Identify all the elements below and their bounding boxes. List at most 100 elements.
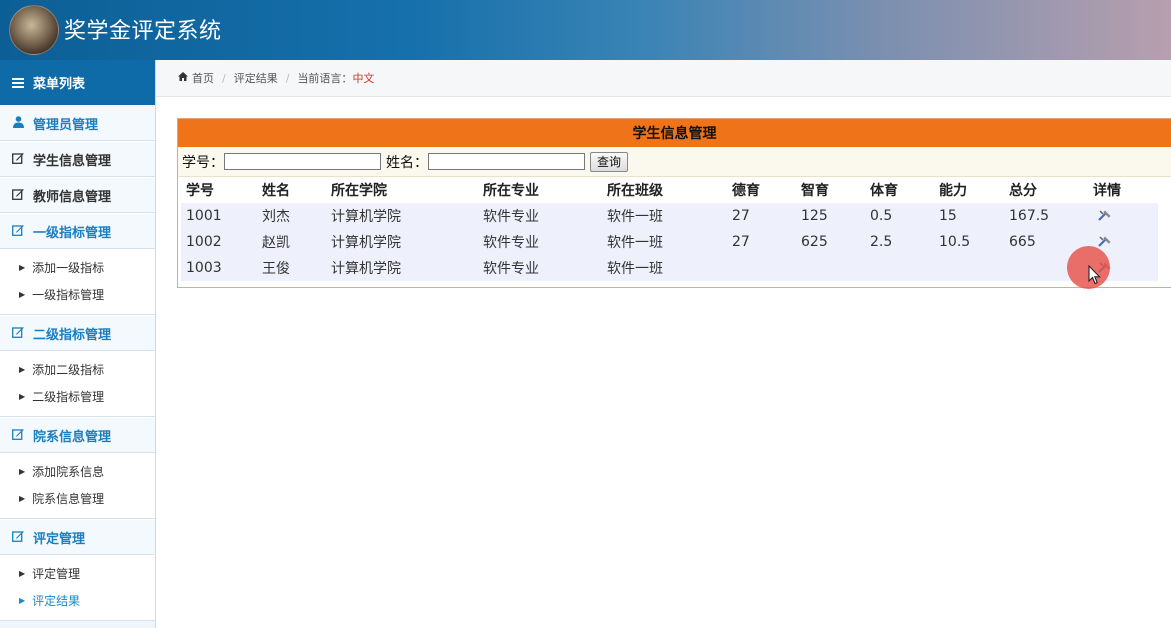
cell-intellect: 125 (796, 203, 865, 229)
sidebar-section-label: 学生信息管理 (33, 153, 112, 169)
sidebar-item-label: 评定结果 (32, 594, 81, 608)
caret-right-icon: ▶ (19, 290, 26, 299)
search-bar: 学号： 姓名： 查询 (178, 147, 1171, 177)
sidebar-item-add-department[interactable]: ▶ 添加院系信息 (0, 458, 155, 485)
sidebar-section-department[interactable]: 院系信息管理 (0, 417, 155, 453)
edit-icon (12, 224, 24, 239)
caret-right-icon: ▶ (19, 569, 26, 578)
table-row: 1002 赵凯 计算机学院 软件专业 软件一班 27 625 2.5 10.5 … (181, 229, 1158, 255)
app-title: 奖学金评定系统 (64, 19, 222, 44)
app-header: 奖学金评定系统 (0, 0, 1171, 60)
cell-student-id: 1003 (181, 255, 257, 281)
sidebar-section-admin[interactable]: 管理员管理 (0, 105, 155, 141)
cell-class: 软件一班 (602, 255, 727, 281)
sidebar-section-level1[interactable]: 一级指标管理 (0, 213, 155, 249)
detail-edit-icon[interactable] (1098, 209, 1112, 221)
detail-edit-icon[interactable] (1098, 235, 1112, 247)
panel-title: 学生信息管理 (178, 119, 1171, 147)
cell-intellect: 625 (796, 229, 865, 255)
caret-right-icon: ▶ (19, 494, 26, 503)
caret-right-icon: ▶ (19, 365, 26, 374)
logo-avatar (9, 5, 59, 55)
breadcrumb-home[interactable]: 首页 (192, 70, 214, 86)
sidebar-item-evaluation-manage[interactable]: ▶ 评定管理 (0, 560, 155, 587)
column-header: 体育 (870, 183, 898, 199)
sidebar-item-manage-department[interactable]: ▶ 院系信息管理 (0, 485, 155, 512)
cell-class: 软件一班 (602, 203, 727, 229)
cell-major: 软件专业 (478, 255, 602, 281)
column-header: 能力 (939, 183, 967, 199)
sidebar-item-manage-level2[interactable]: ▶ 二级指标管理 (0, 383, 155, 410)
sidebar-menu-header[interactable]: 菜单列表 (0, 60, 155, 105)
table-row: 1003 王俊 计算机学院 软件专业 软件一班 (181, 255, 1158, 281)
language-value[interactable]: 中文 (352, 70, 374, 86)
sidebar-section-label: 二级指标管理 (33, 327, 112, 343)
sidebar-item-label: 评定管理 (32, 567, 81, 581)
column-header: 智育 (801, 183, 829, 199)
breadcrumb-separator: / (222, 71, 226, 85)
sidebar-item-label: 添加院系信息 (32, 465, 105, 479)
cell-sports (865, 255, 934, 281)
edit-icon (12, 152, 24, 167)
sidebar-section-label: 教师信息管理 (33, 189, 112, 205)
cell-sports: 0.5 (865, 203, 934, 229)
menu-header-label: 菜单列表 (33, 77, 86, 92)
cell-major: 软件专业 (478, 203, 602, 229)
table-row: 1001 刘杰 计算机学院 软件专业 软件一班 27 125 0.5 15 16… (181, 203, 1158, 229)
column-header: 详情 (1093, 183, 1121, 199)
student-table: 学号 姓名 所在学院 所在专业 所在班级 德育 智育 体育 能力 总分 详情 1… (181, 177, 1158, 281)
cell-college: 计算机学院 (326, 229, 478, 255)
sidebar-item-label: 添加一级指标 (32, 261, 105, 275)
cell-ability: 15 (934, 203, 1004, 229)
breadcrumb: 首页 / 评定结果 / 当前语言： 中文 (156, 60, 1171, 97)
student-name-input[interactable] (428, 153, 585, 170)
home-icon (178, 72, 188, 84)
column-header: 总分 (1009, 183, 1037, 199)
caret-right-icon: ▶ (19, 596, 26, 605)
mouse-cursor-icon (1088, 265, 1101, 285)
sidebar-item-evaluation-result[interactable]: ▶ 评定结果 (0, 587, 155, 614)
cell-total: 167.5 (1004, 203, 1088, 229)
cell-name: 刘杰 (257, 203, 326, 229)
cell-major: 软件专业 (478, 229, 602, 255)
sidebar-section-level2[interactable]: 二级指标管理 (0, 315, 155, 351)
sidebar-subgroup-level2: ▶ 添加二级指标 ▶ 二级指标管理 (0, 351, 155, 417)
sidebar-section-label: 评定管理 (33, 531, 86, 547)
sidebar-item-label: 院系信息管理 (32, 492, 105, 506)
query-button[interactable]: 查询 (590, 151, 629, 172)
student-id-input[interactable] (224, 153, 381, 170)
column-header: 德育 (732, 183, 760, 199)
sidebar-section-teacher[interactable]: 教师信息管理 (0, 177, 155, 213)
column-header: 所在专业 (483, 183, 539, 199)
sidebar-item-manage-level1[interactable]: ▶ 一级指标管理 (0, 281, 155, 308)
edit-icon (12, 428, 24, 443)
sidebar: 菜单列表 管理员管理 学生信息管理 教师信息管理 一级指标管理 ▶ 添加一级指标 … (0, 60, 156, 628)
language-label: 当前语言： (297, 72, 353, 85)
cell-class: 软件一班 (602, 229, 727, 255)
cell-name: 王俊 (257, 255, 326, 281)
cell-ability: 10.5 (934, 229, 1004, 255)
sidebar-item-add-level1[interactable]: ▶ 添加一级指标 (0, 254, 155, 281)
cell-student-id: 1001 (181, 203, 257, 229)
sidebar-section-student[interactable]: 学生信息管理 (0, 141, 155, 177)
caret-right-icon: ▶ (19, 467, 26, 476)
sidebar-section-label: 管理员管理 (33, 117, 99, 133)
cell-name: 赵凯 (257, 229, 326, 255)
cell-detail (1088, 203, 1158, 229)
cell-student-id: 1002 (181, 229, 257, 255)
sidebar-item-label: 一级指标管理 (32, 288, 105, 302)
cell-moral: 27 (727, 203, 796, 229)
student-info-panel: 学生信息管理 学号： 姓名： 查询 学号 姓名 所在学院 所在专业 所在班级 德… (177, 118, 1171, 288)
column-header: 姓名 (262, 183, 290, 199)
column-header: 所在学院 (331, 183, 387, 199)
student-id-label: 学号： (182, 154, 224, 171)
sidebar-subgroup-department: ▶ 添加院系信息 ▶ 院系信息管理 (0, 453, 155, 519)
sidebar-item-add-level2[interactable]: ▶ 添加二级指标 (0, 356, 155, 383)
sidebar-section-evaluation[interactable]: 评定管理 (0, 519, 155, 555)
cell-intellect (796, 255, 865, 281)
cell-college: 计算机学院 (326, 255, 478, 281)
sidebar-item-label: 添加二级指标 (32, 363, 105, 377)
cell-sports: 2.5 (865, 229, 934, 255)
table-header-row: 学号 姓名 所在学院 所在专业 所在班级 德育 智育 体育 能力 总分 详情 (181, 177, 1158, 203)
sidebar-section-label: 院系信息管理 (33, 429, 112, 445)
